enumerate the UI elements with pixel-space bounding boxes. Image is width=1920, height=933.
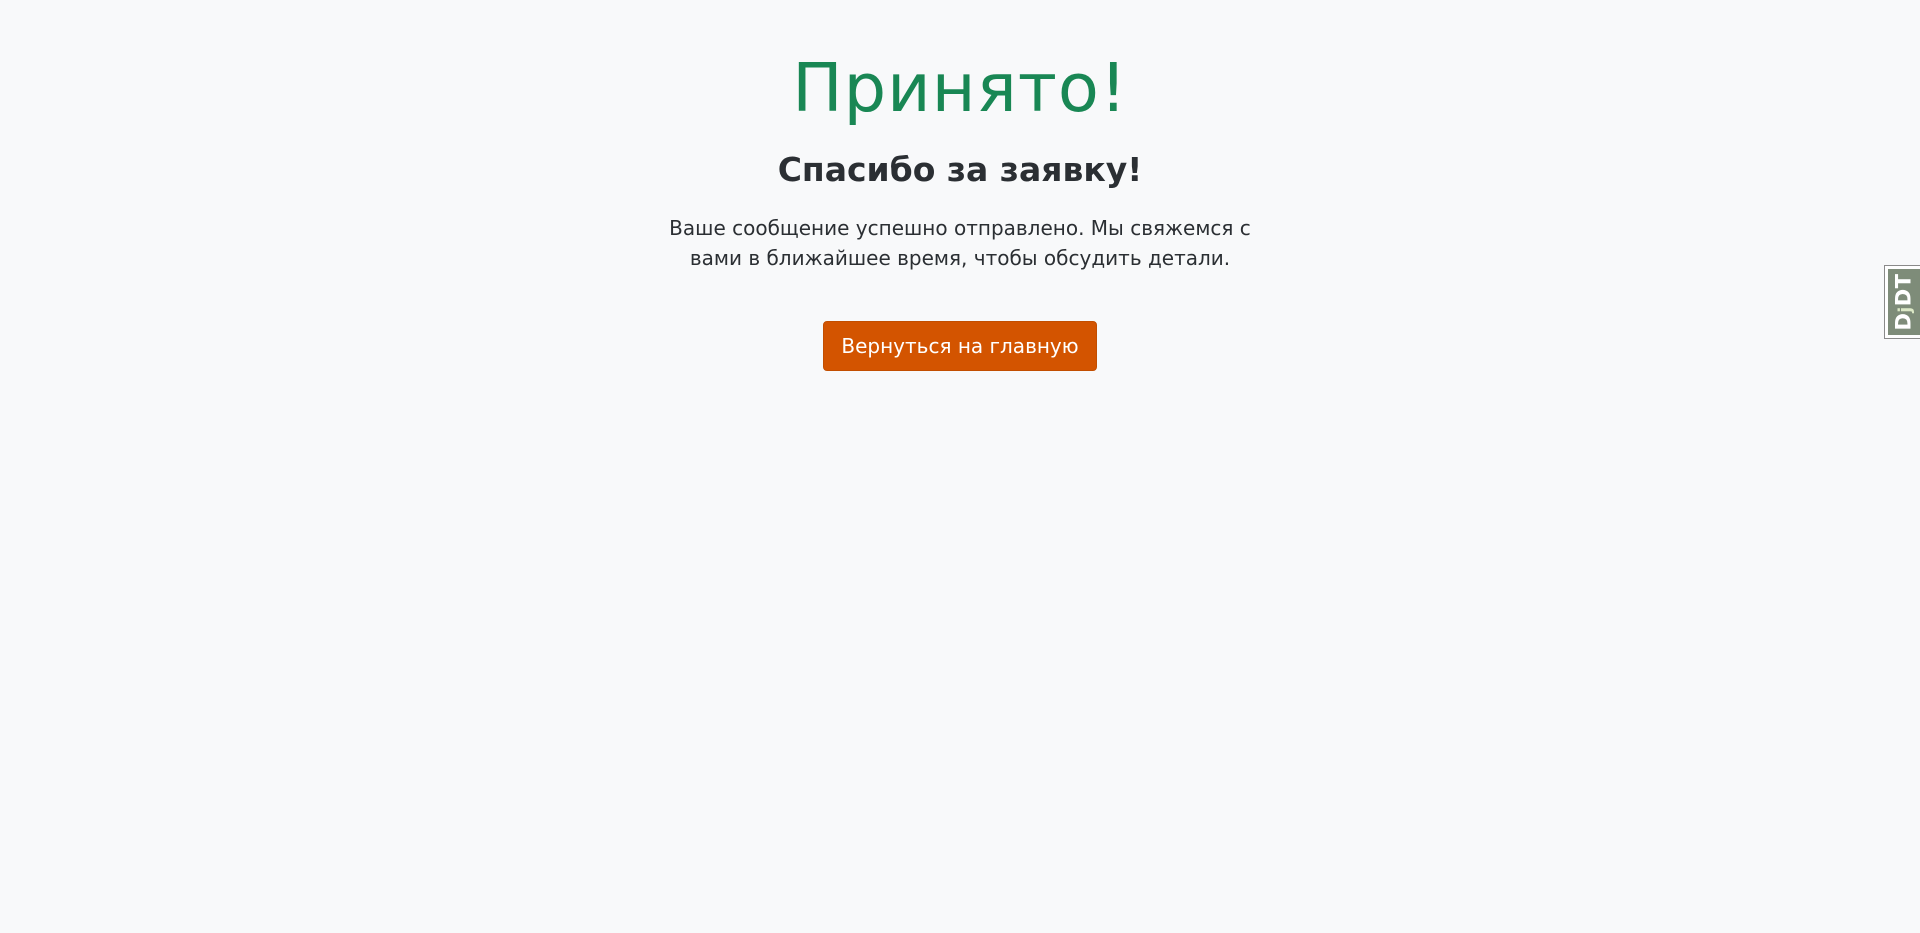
- confirmation-message: Ваше сообщение успешно отправлено. Мы св…: [669, 216, 1251, 270]
- thank-you-heading: Спасибо за заявку!: [777, 150, 1143, 189]
- djdt-logo: DjDT: [1888, 269, 1920, 335]
- back-to-home-button[interactable]: Вернуться на главную: [823, 321, 1097, 371]
- debug-toolbar-handle[interactable]: DjDT: [1884, 265, 1920, 339]
- page-title: Принято!: [792, 49, 1128, 127]
- page: Принято! Спасибо за заявку! Ваше сообщен…: [0, 0, 1920, 933]
- success-panel: Принято! Спасибо за заявку! Ваше сообщен…: [0, 50, 1920, 371]
- djdt-logo-text: DjDT: [1892, 273, 1916, 331]
